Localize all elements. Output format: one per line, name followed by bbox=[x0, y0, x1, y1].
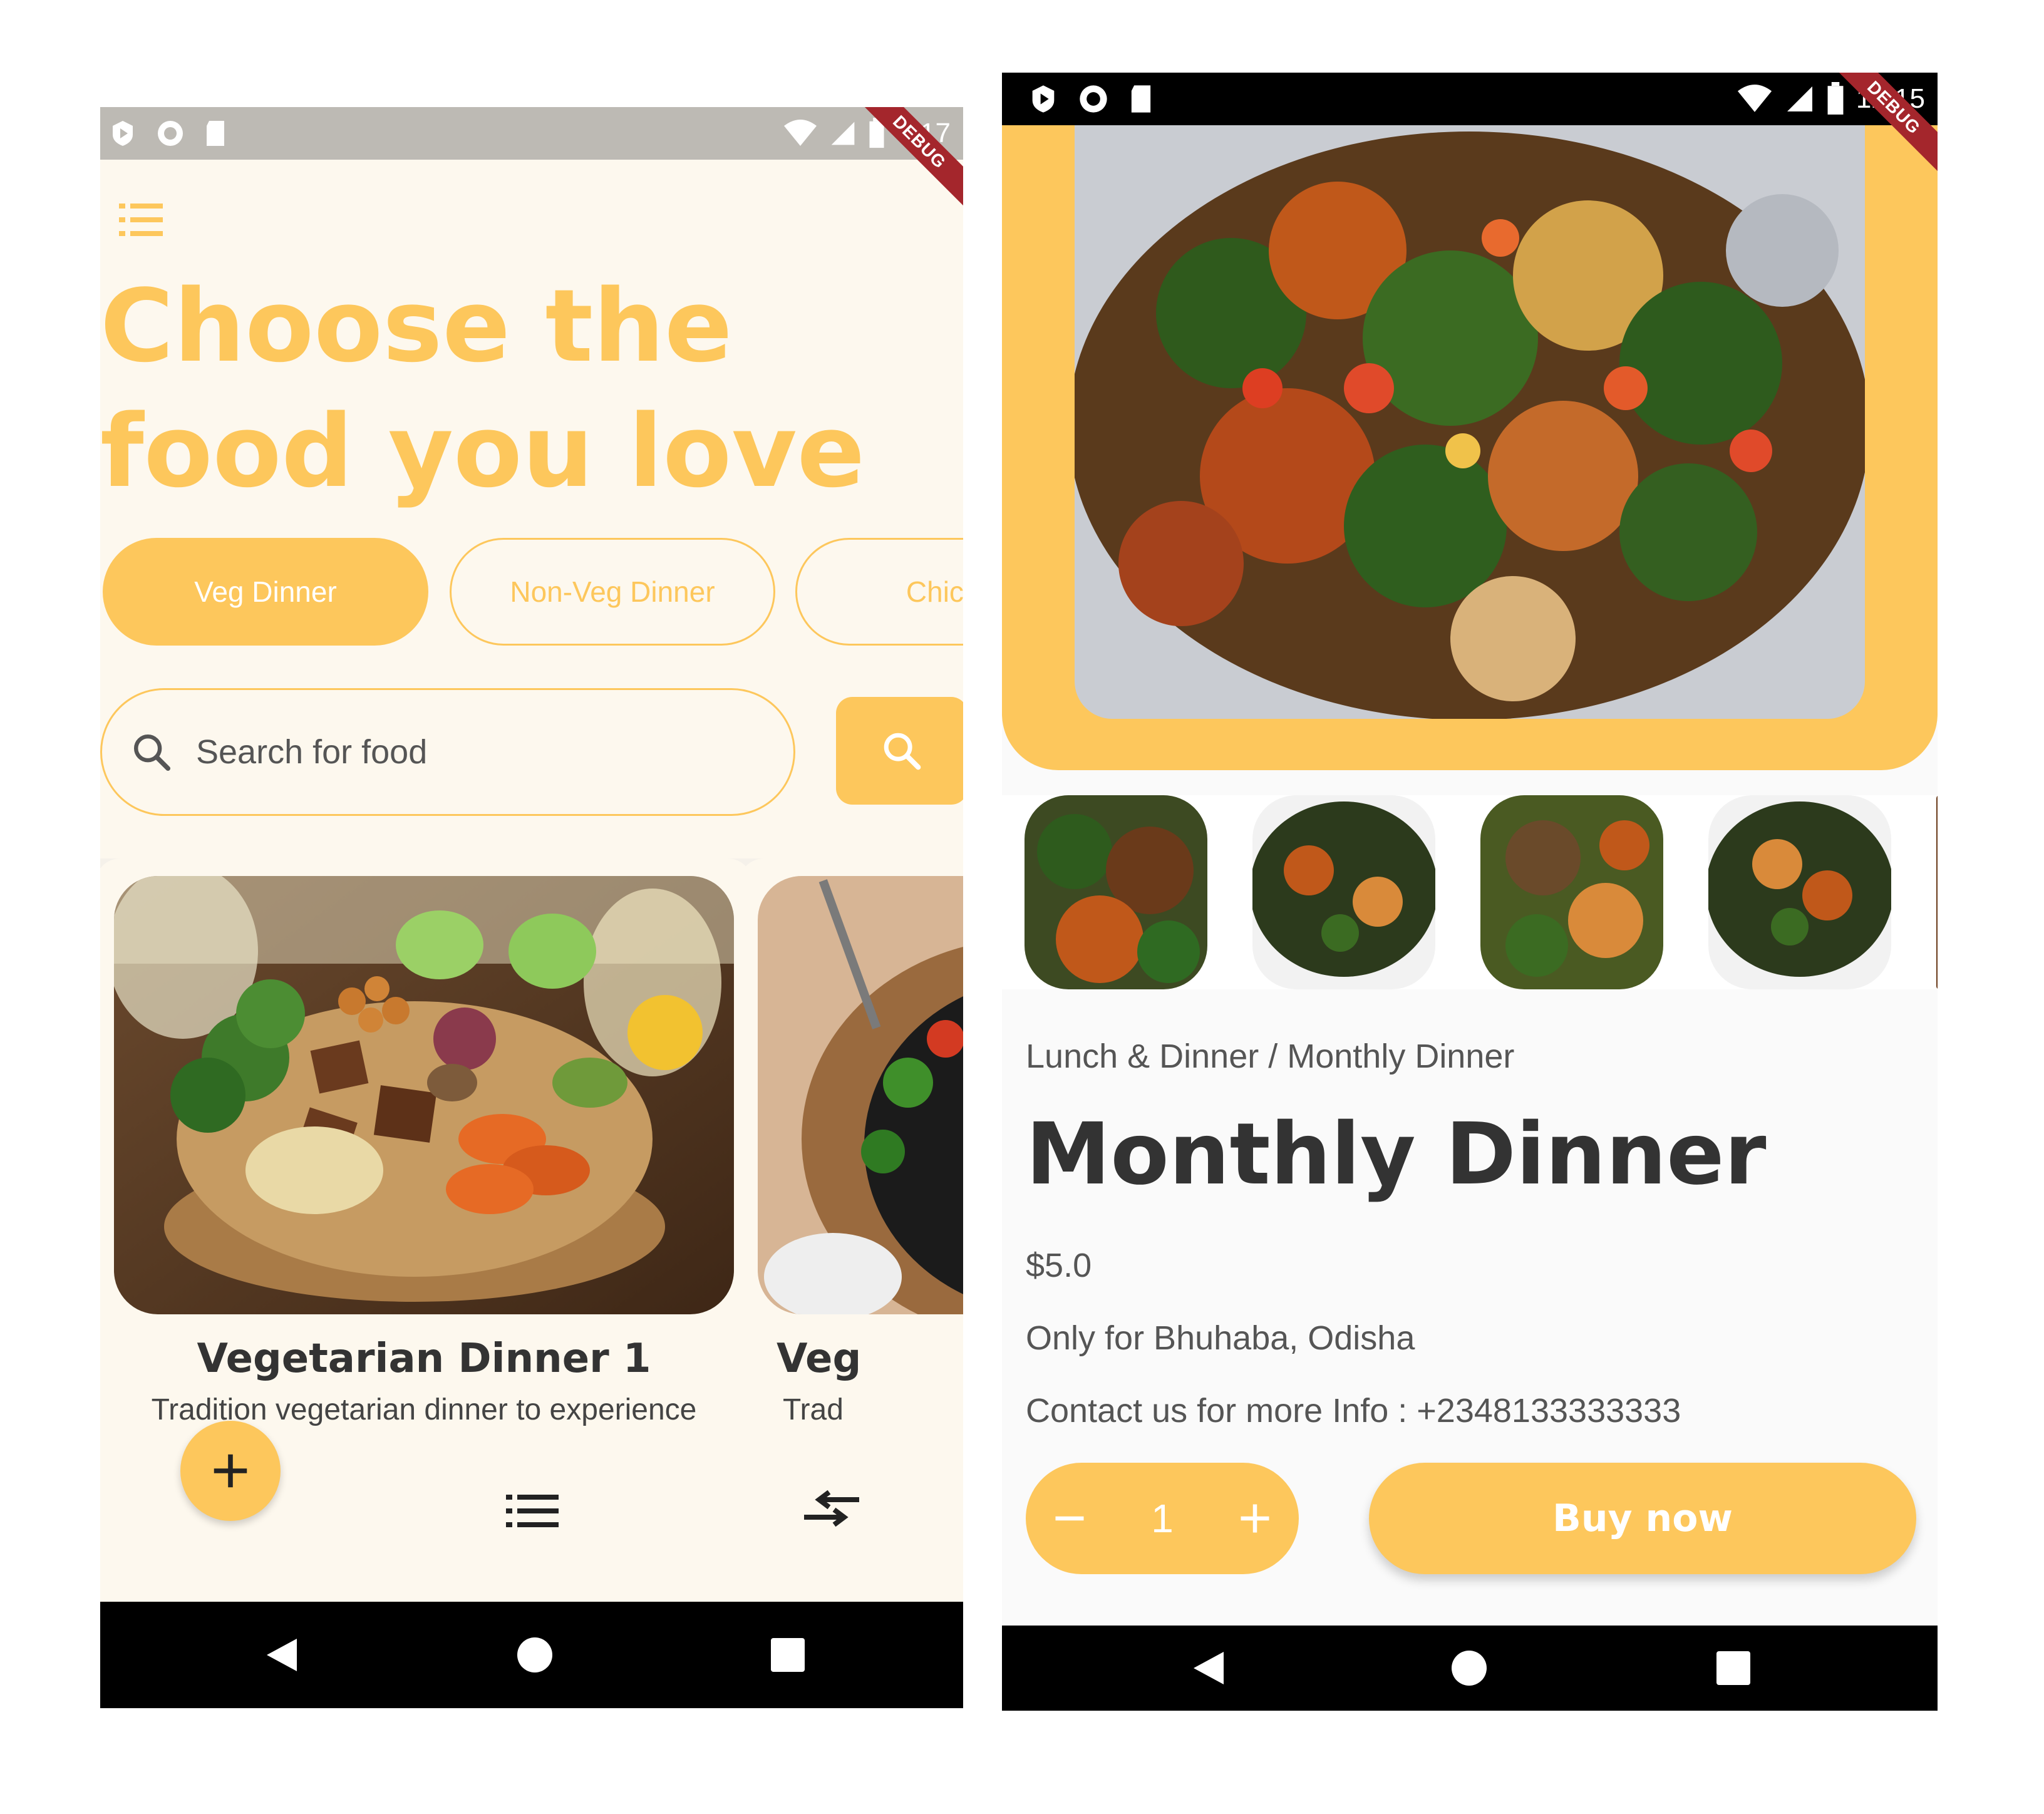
thumbnail-strip bbox=[1002, 795, 1938, 989]
buy-now-button[interactable]: Buy now bbox=[1369, 1463, 1916, 1574]
add-button[interactable] bbox=[180, 1421, 281, 1521]
home-screen: 5:17 DEBUG Choose the food you love Veg … bbox=[100, 107, 963, 1708]
signal-icon bbox=[832, 121, 855, 145]
recents-icon[interactable] bbox=[1716, 1651, 1750, 1685]
headline: Choose the food you love bbox=[100, 267, 865, 510]
signal-icon bbox=[1787, 86, 1812, 111]
thumbnail[interactable] bbox=[1480, 795, 1663, 989]
record-icon bbox=[1080, 85, 1107, 113]
status-bar: 12:15 bbox=[1002, 73, 1938, 125]
sd-card-icon bbox=[207, 121, 224, 146]
search-input[interactable] bbox=[195, 732, 698, 772]
hero-panel bbox=[1002, 125, 1938, 770]
play-protect-icon bbox=[113, 121, 133, 146]
chip-chicken[interactable]: Chicken bbox=[795, 538, 963, 646]
wifi-icon bbox=[784, 120, 817, 146]
card-title: Vegetarian Dinner 1 bbox=[197, 1336, 651, 1382]
thumbnail[interactable] bbox=[1252, 795, 1435, 989]
chip-veg-dinner[interactable]: Veg Dinner bbox=[103, 538, 428, 646]
card-subtitle: Trad bbox=[783, 1393, 844, 1426]
quantity-stepper: 1 bbox=[1026, 1463, 1299, 1574]
menu-list-icon[interactable] bbox=[119, 201, 163, 239]
location-note: Only for Bhuhaba, Odisha bbox=[1026, 1319, 1415, 1357]
quantity-value: 1 bbox=[1151, 1496, 1174, 1541]
food-image bbox=[758, 876, 963, 1314]
price: $5.0 bbox=[1026, 1247, 1092, 1284]
home-icon[interactable] bbox=[1450, 1649, 1488, 1687]
wifi-icon bbox=[1737, 85, 1772, 112]
card-title: Veg bbox=[777, 1336, 862, 1382]
plus-icon[interactable] bbox=[1236, 1500, 1274, 1537]
system-nav-bar bbox=[1002, 1626, 1938, 1711]
category-chips: Veg Dinner Non-Veg Dinner Chicken bbox=[100, 538, 963, 648]
card-subtitle: Tradition vegetarian dinner to experienc… bbox=[151, 1393, 697, 1426]
food-image bbox=[114, 876, 734, 1314]
search-icon bbox=[134, 734, 171, 771]
battery-icon bbox=[1827, 82, 1844, 115]
minus-icon[interactable] bbox=[1051, 1500, 1088, 1537]
plus-icon bbox=[214, 1454, 247, 1488]
sd-card-icon bbox=[1131, 85, 1151, 113]
thumbnail[interactable] bbox=[1708, 795, 1891, 989]
product-title: Monthly Dinner bbox=[1026, 1105, 1767, 1204]
system-nav-bar bbox=[100, 1602, 963, 1708]
play-protect-icon bbox=[1032, 85, 1055, 113]
compare-arrows-icon[interactable] bbox=[802, 1485, 862, 1532]
contact-info: Contact us for more Info : +234813333333… bbox=[1026, 1392, 1681, 1430]
detail-screen: 12:15 DEBUG Lunch & Dinner / Monthly Din… bbox=[1002, 73, 1938, 1711]
record-icon bbox=[158, 121, 183, 146]
back-icon[interactable] bbox=[1191, 1649, 1226, 1687]
home-icon[interactable] bbox=[516, 1636, 554, 1674]
list-icon[interactable] bbox=[506, 1491, 559, 1531]
search-field bbox=[100, 688, 795, 816]
dish-image bbox=[1075, 125, 1865, 719]
breadcrumb: Lunch & Dinner / Monthly Dinner bbox=[1026, 1038, 1515, 1075]
status-bar: 5:17 bbox=[100, 107, 963, 160]
chip-non-veg-dinner[interactable]: Non-Veg Dinner bbox=[450, 538, 775, 646]
thumbnail[interactable] bbox=[1936, 795, 1938, 989]
recents-icon[interactable] bbox=[771, 1638, 805, 1672]
search-button[interactable] bbox=[836, 697, 963, 805]
back-icon[interactable] bbox=[264, 1636, 299, 1674]
search-icon bbox=[884, 733, 921, 770]
thumbnail[interactable] bbox=[1025, 795, 1207, 989]
